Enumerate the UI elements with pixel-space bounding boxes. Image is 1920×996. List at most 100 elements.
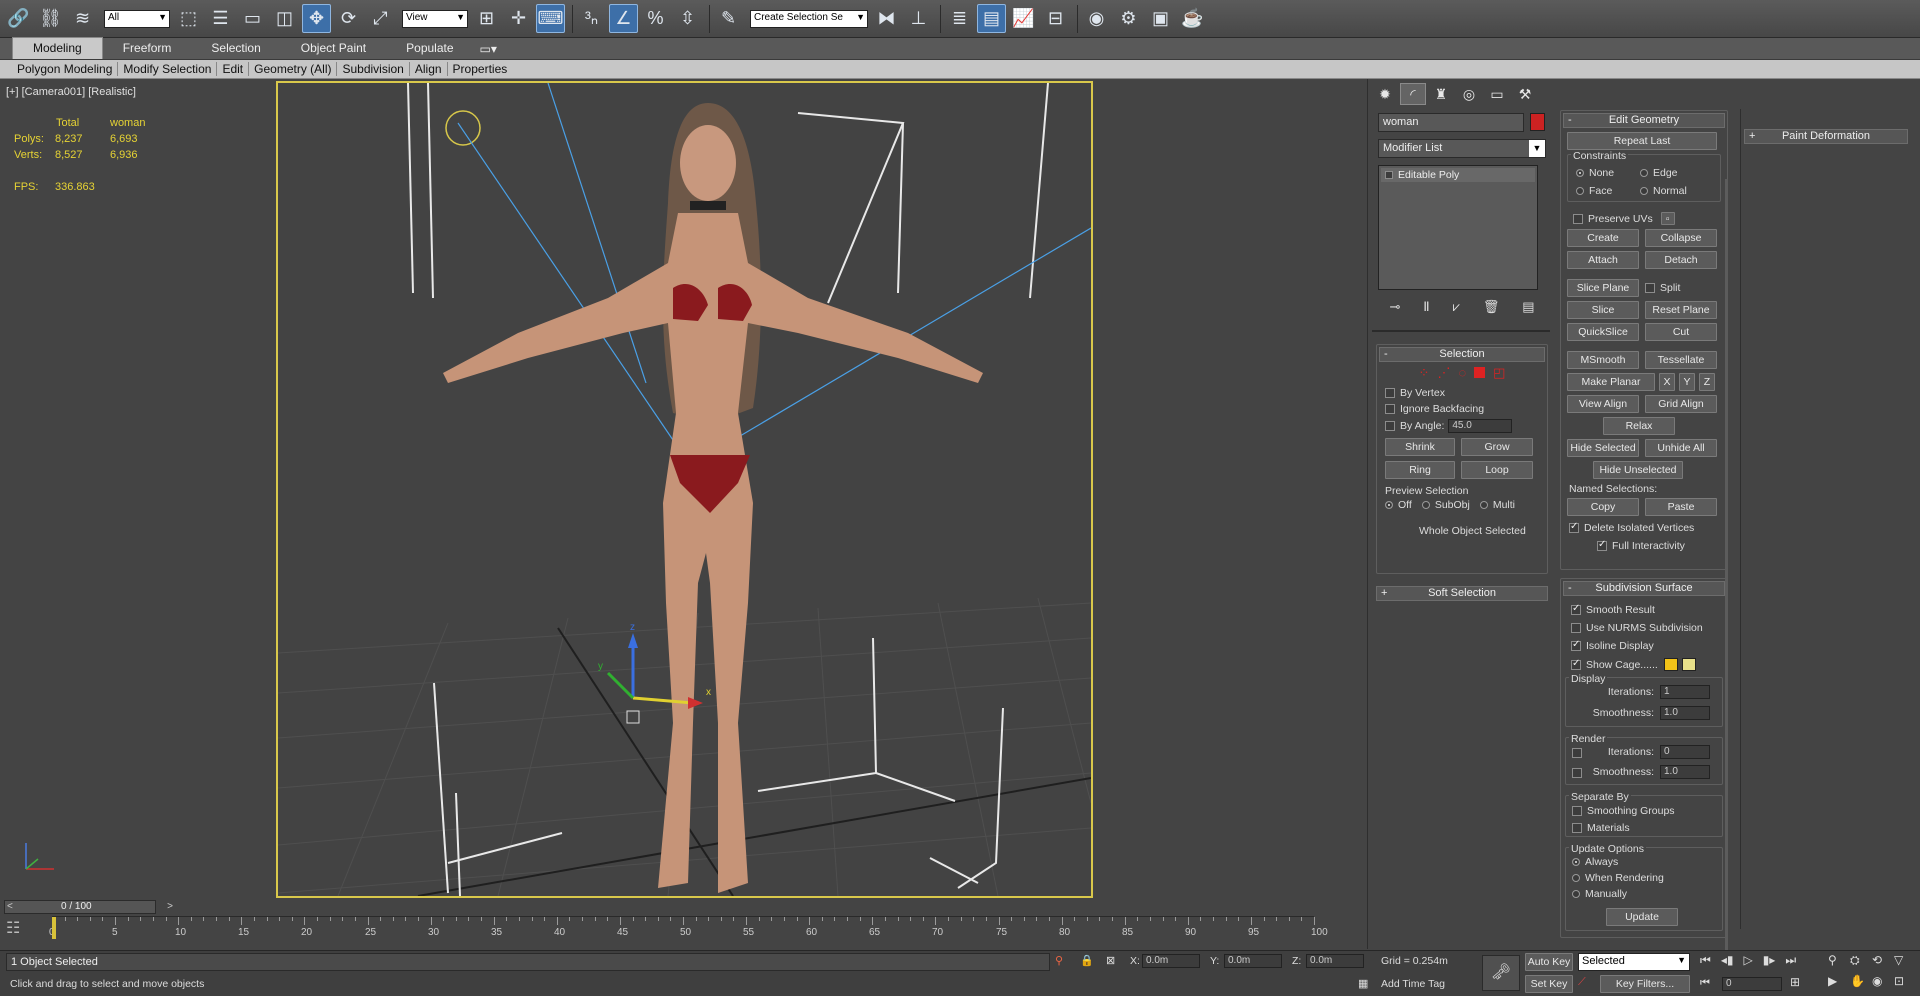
split-checkbox[interactable] [1645,283,1655,294]
collapse-button[interactable]: Collapse [1645,229,1717,247]
pin-stack-icon[interactable]: ⊸ [1389,299,1400,315]
tab-modeling[interactable]: Modeling [12,37,103,59]
next-frame-icon[interactable]: ▮▸ [1763,953,1776,968]
ignore-backfacing-checkbox[interactable] [1385,404,1395,415]
selection-filter-dropdown[interactable]: All ▼ [104,9,170,28]
preview-subobj-option[interactable]: SubObj [1421,499,1470,511]
orbit-icon[interactable]: ⟲ [1872,953,1894,968]
constraint-normal-option[interactable]: Normal [1640,185,1687,197]
keyboard-shortcut-icon[interactable]: ⌨ [536,4,565,33]
time-config-icon[interactable]: ⊞ [1790,975,1800,989]
constraint-edge-option[interactable]: Edge [1640,167,1678,179]
attach-button[interactable]: Attach [1567,251,1639,269]
previous-frame-icon[interactable]: ◂▮ [1721,953,1734,968]
show-end-result-icon[interactable]: Ⅱ [1423,299,1429,315]
update-always-radio[interactable] [1572,858,1580,867]
manipulate-icon[interactable]: ✛ [504,4,533,33]
time-tag-icon[interactable]: ▦ [1358,977,1368,990]
stack-toggle-checkbox[interactable] [1385,171,1393,180]
grid-align-button[interactable]: Grid Align [1645,395,1717,413]
command-panel-scrollbar[interactable] [1725,179,1728,996]
motion-tab-icon[interactable]: ◎ [1456,83,1482,105]
modify-tab-icon[interactable]: ◜ [1400,83,1426,105]
by-angle-option[interactable]: By Angle: 45.0 [1385,419,1539,433]
edit-named-sel-icon[interactable]: ✎ [714,4,743,33]
tab-object-paint[interactable]: Object Paint [281,38,386,59]
slice-button[interactable]: Slice [1567,301,1639,319]
angle-snap-icon[interactable]: ∠ [609,4,638,33]
set-key-button[interactable]: Set Key [1525,975,1573,993]
key-mode-toggle-icon[interactable]: ⏮ [1700,977,1710,990]
dolly-icon[interactable]: ▶ [1828,974,1850,988]
display-iterations-spinner[interactable]: 1 [1660,685,1710,699]
percent-snap-icon[interactable]: % [641,4,670,33]
orbit-camera-icon[interactable]: ◉ [1872,974,1894,988]
smooth-result-option[interactable]: Smooth Result [1571,603,1717,616]
auto-key-button[interactable]: Auto Key [1525,953,1573,971]
utilities-tab-icon[interactable]: ⚒ [1512,83,1538,105]
bind-spacewarp-icon[interactable]: ≋ [68,4,97,33]
track-bar[interactable]: 0510152025303540455055606570758085909510… [49,916,1328,944]
use-nurms-option[interactable]: Use NURMS Subdivision [1571,622,1717,634]
repeat-last-button[interactable]: Repeat Last [1567,132,1717,150]
add-time-tag[interactable]: Add Time Tag [1381,978,1445,990]
render-iterations-checkbox[interactable] [1572,748,1582,758]
update-manually-radio[interactable] [1572,890,1580,899]
cut-button[interactable]: Cut [1645,323,1717,341]
pivot-icon[interactable]: ⊞ [472,4,501,33]
reset-plane-button[interactable]: Reset Plane [1645,301,1717,319]
ribbon-edit[interactable]: Edit [217,62,250,76]
zoom-icon[interactable]: ⚲ [1828,953,1850,968]
planar-y-button[interactable]: Y [1679,373,1695,391]
select-object-icon[interactable]: ⬚ [174,4,203,33]
display-tab-icon[interactable]: ▭ [1484,83,1510,105]
create-tab-icon[interactable]: ✹ [1372,83,1398,105]
preview-off-option[interactable]: Off [1385,499,1412,511]
smoothing-groups-checkbox[interactable] [1572,806,1582,817]
time-slider-prev-icon[interactable]: < [7,901,13,912]
key-mode-dropdown[interactable]: Selected ▼ [1578,953,1690,971]
current-frame-field[interactable]: 0 [1722,977,1782,991]
view-align-button[interactable]: View Align [1567,395,1639,413]
key-tangent-icon[interactable]: ⟋ [1578,976,1586,989]
go-to-end-icon[interactable]: ⏭ [1785,953,1796,968]
copy-button[interactable]: Copy [1567,498,1639,516]
maximize-viewport-icon[interactable]: ⊡ [1894,974,1916,988]
render-iterations-spinner[interactable]: 0 [1660,745,1710,759]
soft-selection-rollout-header[interactable]: + Soft Selection [1376,586,1548,601]
update-button[interactable]: Update [1606,908,1678,926]
z-coord-field[interactable]: 0.0m [1306,954,1364,968]
material-editor-icon[interactable]: ◉ [1082,4,1111,33]
constraint-face-radio[interactable] [1576,187,1584,196]
woman-model[interactable] [443,103,983,893]
preserve-uvs-option[interactable]: Preserve UVs ▫ [1573,212,1715,225]
by-angle-spinner[interactable]: 45.0 [1448,419,1513,433]
constraint-none-option[interactable]: None [1576,167,1614,179]
full-interactivity-checkbox[interactable] [1597,539,1607,552]
constraint-normal-radio[interactable] [1640,187,1648,196]
spinner-snap-icon[interactable]: ⇳ [673,4,702,33]
materials-option[interactable]: Materials [1572,822,1630,834]
ribbon-modify-selection[interactable]: Modify Selection [118,62,218,76]
window-crossing-icon[interactable]: ◫ [270,4,299,33]
grow-button[interactable]: Grow [1461,438,1533,456]
preview-off-radio[interactable] [1385,501,1393,510]
tab-populate[interactable]: Populate [386,38,473,59]
preserve-uvs-checkbox[interactable] [1573,213,1583,224]
polygon-level-icon[interactable] [1474,367,1486,378]
link-icon[interactable]: 🔗 [4,4,33,33]
set-key-icon[interactable]: 🗝 [1482,955,1520,991]
preview-multi-radio[interactable] [1479,501,1488,510]
select-by-name-icon[interactable]: ☰ [206,4,235,33]
render-icon[interactable]: ☕ [1178,4,1207,33]
field-of-view-icon[interactable]: ▽ [1894,953,1916,968]
relax-button[interactable]: Relax [1603,417,1675,435]
use-nurms-checkbox[interactable] [1571,623,1581,634]
ribbon-polygon-modeling[interactable]: Polygon Modeling [12,62,119,76]
hierarchy-tab-icon[interactable]: ♜ [1428,83,1454,105]
paste-button[interactable]: Paste [1645,498,1717,516]
render-smoothness-spinner[interactable]: 1.0 [1660,765,1710,779]
display-smoothness-spinner[interactable]: 1.0 [1660,706,1710,720]
isoline-display-option[interactable]: Isoline Display [1571,639,1717,652]
delete-isolated-option[interactable]: Delete Isolated Vertices [1569,521,1719,534]
